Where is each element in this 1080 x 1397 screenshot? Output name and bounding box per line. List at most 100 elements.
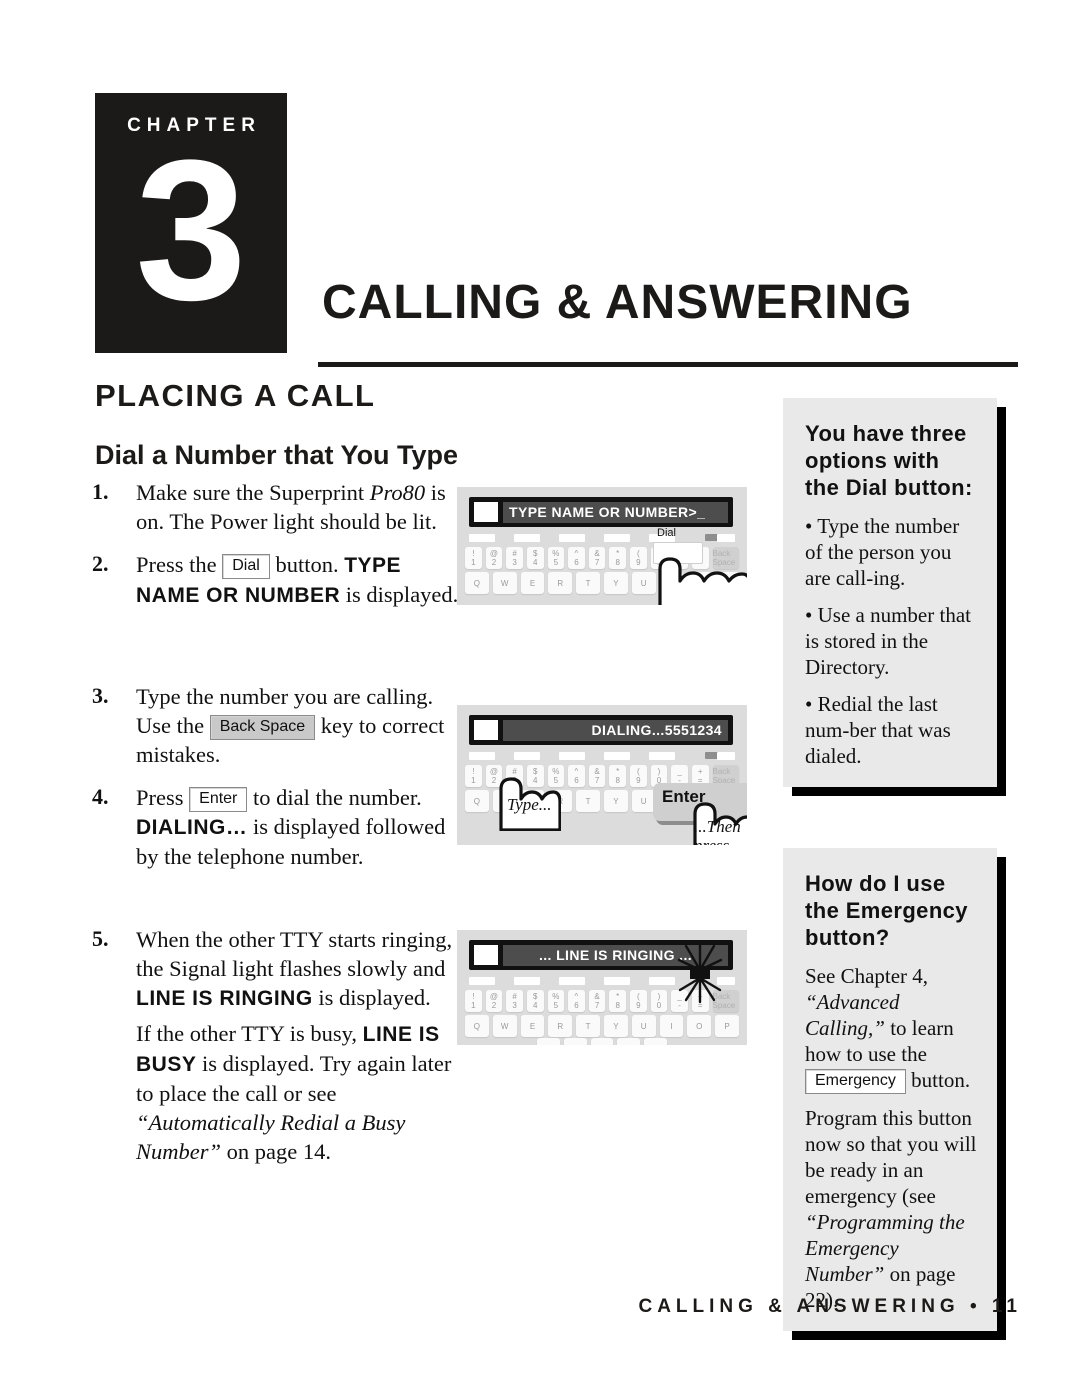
keyboard-key[interactable]: $4 [526, 990, 544, 1012]
indicator-lamp [604, 534, 630, 542]
keyboard-key[interactable]: E [520, 572, 545, 594]
step-text: Press the Dial button. TYPE NAME OR NUMB… [136, 552, 459, 607]
key-glyph[interactable]: Back Space [209, 715, 316, 740]
section-heading: PLACING A CALL [95, 378, 376, 413]
key-glyph[interactable]: Emergency [805, 1069, 906, 1094]
callout-emergency-button: How do I use the Emergency button? See C… [783, 848, 1006, 1340]
step-item: 3. Type the number you are calling. Use … [92, 682, 462, 769]
callout-title: How do I use the Emergency button? [805, 871, 968, 950]
keyboard-key[interactable]: W [492, 1015, 517, 1037]
keyboard-key[interactable]: ! 1 [465, 765, 482, 787]
keyboard-key[interactable]: ^ 6 [568, 990, 585, 1012]
indicator-lamp [559, 977, 585, 985]
keyboard-key[interactable]: G [537, 1038, 560, 1045]
indicator-lamp [514, 534, 540, 542]
indicator-lamp [469, 752, 495, 760]
keyboard-key[interactable]: & 7 [588, 765, 606, 787]
keyboard-key[interactable]: $4 [526, 547, 544, 569]
keyboard-key[interactable]: U [631, 1015, 656, 1037]
keyboard-key[interactable]: K [617, 1038, 641, 1045]
italic-text: “Programming the Emergency Number” [805, 1210, 965, 1286]
callout-title: You have three options with the Dial but… [805, 421, 973, 500]
keyboard-key[interactable]: * 8 [609, 990, 626, 1012]
callout-bullet: • Use a number that is stored in the Dir… [805, 603, 971, 679]
keyboard-key[interactable]: T [576, 790, 600, 812]
keyboard-key[interactable]: % 5 [547, 547, 565, 569]
signal-light-indicator [474, 502, 498, 522]
step-number: 4. [92, 784, 109, 809]
page-title: CALLING & ANSWERING [322, 276, 913, 329]
keyboard-key[interactable]: J [590, 1038, 614, 1045]
step-number: 1. [92, 479, 109, 504]
keyboard-key[interactable]: L [644, 1038, 667, 1045]
keyboard-key[interactable]: I [659, 1015, 684, 1037]
keyboard-key[interactable]: Y [603, 572, 628, 594]
italic-text: Pro80 [369, 480, 426, 505]
step-item: 2. Press the Dial button. TYPE NAME OR N… [92, 550, 462, 610]
keyboard-key[interactable]: R [548, 572, 573, 594]
callout-paragraph: See Chapter 4, “Advanced Calling,” to le… [805, 964, 971, 1094]
keyboard-key[interactable]: Q [465, 572, 489, 594]
keyboard-key[interactable]: U [631, 790, 656, 812]
step-number: 5. [92, 926, 109, 951]
callout-bullet: • Redial the last num-ber that was diale… [805, 692, 951, 768]
keyboard-key[interactable]: Q [465, 1015, 489, 1037]
key-glyph[interactable]: Dial [222, 554, 270, 579]
keyboard-key[interactable]: H [563, 1038, 587, 1045]
keyboard-key[interactable]: E [520, 1015, 545, 1037]
page-footer: CALLING & ANSWERING • 11 [638, 1296, 1022, 1317]
step-text: Press Enter to dial the number. DIALING…… [136, 785, 446, 869]
signal-light-indicator [474, 720, 498, 740]
keyboard-key[interactable]: (9 [630, 765, 647, 787]
keyboard-key[interactable]: (9 [630, 547, 647, 569]
keyboard-key[interactable]: #3 [506, 990, 523, 1012]
keyboard-key[interactable]: ! 1 [465, 990, 482, 1012]
then-line: ...Then [694, 817, 741, 836]
keyboard-key[interactable]: O [687, 1015, 712, 1037]
keyboard-key[interactable]: & 7 [588, 547, 606, 569]
keyboard-key[interactable]: @2 [485, 990, 503, 1012]
pressing-hand-icon [652, 555, 747, 605]
step-text-part-b: If the other TTY is busy, LINE IS BUSY i… [136, 1021, 452, 1164]
callout-shadow-bottom [792, 787, 1006, 796]
step-number: 2. [92, 551, 109, 576]
indicator-lamp [559, 534, 585, 542]
key-glyph[interactable]: Enter [189, 787, 248, 812]
step-text: When the other TTY starts ringing, the S… [136, 925, 462, 1166]
keyboard-key[interactable]: Y [603, 1015, 628, 1037]
keyboard-key[interactable]: & 7 [588, 990, 606, 1012]
keyboard-key[interactable]: Q [465, 790, 489, 812]
keyboard-key[interactable]: * 8 [609, 765, 626, 787]
lcd-frame: DIALING...5551234 [469, 715, 733, 745]
lcd-display-text: TYPE NAME OR NUMBER>_ [503, 501, 728, 523]
keyboard-key[interactable]: * 8 [609, 547, 626, 569]
keyboard-key[interactable]: W [492, 572, 517, 594]
keyboard-key[interactable]: ! 1 [465, 547, 482, 569]
step-item: 4. Press Enter to dial the number. DIALI… [92, 783, 462, 871]
chapter-block: CHAPTER 3 [95, 93, 287, 353]
then-press-bubble-label: ...Then press [694, 817, 741, 845]
indicator-lamp [469, 534, 495, 542]
keyboard-key[interactable]: R [548, 1015, 573, 1037]
keyboard-key[interactable]: )0 [650, 990, 668, 1012]
keyboard-key[interactable]: % 5 [547, 990, 565, 1012]
chapter-number: 3 [135, 119, 247, 342]
keyboard-key[interactable]: Y [603, 790, 628, 812]
italic-text: “Automatically Redial a Busy Number” [136, 1110, 406, 1164]
callout-paragraph: Program this button now so that you will… [805, 1106, 977, 1312]
keyboard-key[interactable]: ^ 6 [568, 547, 585, 569]
callout-shadow-bottom [792, 1331, 1006, 1340]
keyboard-key[interactable]: T [576, 1015, 600, 1037]
section-subheading: Dial a Number that You Type [95, 440, 459, 470]
illustration-dialing: DIALING...5551234 !1@2#3$4%5^6&7*8(9)0_-… [457, 705, 747, 845]
keyboard-key[interactable]: #3 [506, 547, 523, 569]
indicator-row [469, 752, 735, 761]
step-text: Make sure the Superprint Pro80 is on. Th… [136, 480, 446, 534]
keyboard-key[interactable]: ^ 6 [568, 765, 585, 787]
italic-text: “Advanced Calling,” [805, 990, 900, 1040]
keyboard-key[interactable]: (9 [630, 990, 647, 1012]
keyboard-key[interactable]: T [576, 572, 600, 594]
indicator-lamp [717, 752, 735, 760]
keyboard-key[interactable]: @2 [485, 547, 503, 569]
keyboard-key[interactable]: P [715, 1015, 739, 1037]
